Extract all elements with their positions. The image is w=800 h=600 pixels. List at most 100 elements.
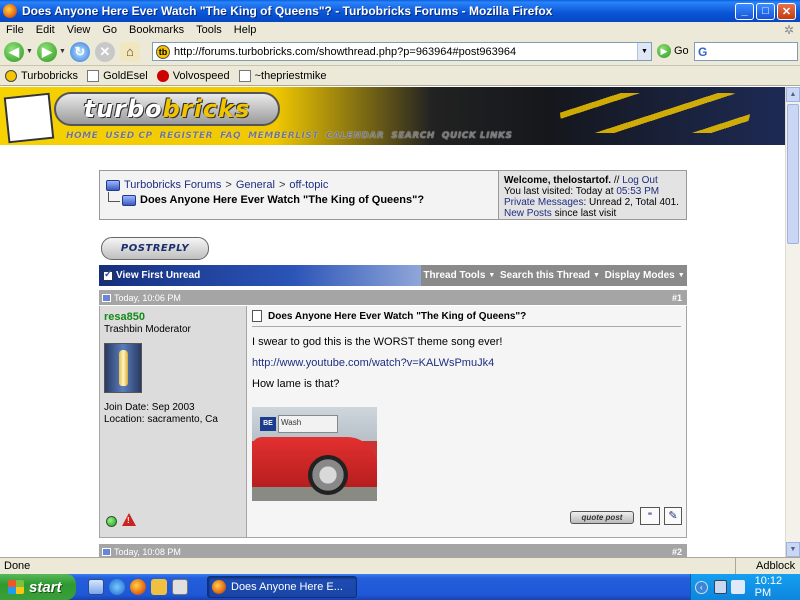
post-username[interactable]: resa850 bbox=[104, 311, 246, 323]
window-title: Does Anyone Here Ever Watch "The King of… bbox=[22, 4, 553, 18]
go-arrow-icon: ▶ bbox=[657, 44, 671, 58]
post-youtube-link[interactable]: http://www.youtube.com/watch?v=KALWsPmuJ… bbox=[252, 357, 681, 369]
flame-graphic bbox=[560, 93, 750, 133]
post-header: Today, 10:08 PM #2 bbox=[99, 544, 687, 557]
site-nav-faq[interactable]: FAQ bbox=[220, 131, 241, 141]
status-bar: Done Adblock bbox=[0, 557, 800, 575]
quick-reply-icon[interactable]: ✎ bbox=[664, 507, 682, 525]
display-modes-menu[interactable]: Display Modes ▼ bbox=[605, 270, 685, 281]
forward-button[interactable]: ▶ bbox=[36, 41, 58, 63]
tree-elbow bbox=[108, 192, 120, 202]
winamp-icon[interactable] bbox=[151, 579, 167, 595]
display-modes-label: Display Modes bbox=[604, 270, 675, 281]
menu-tools[interactable]: Tools bbox=[190, 24, 228, 36]
taskbar-item-label: Does Anyone Here E... bbox=[231, 581, 343, 593]
back-arrow-icon: ◀ bbox=[4, 41, 24, 62]
multi-quote-icon[interactable]: " bbox=[640, 507, 660, 525]
bookmark-turbobricks[interactable]: Turbobricks bbox=[5, 69, 79, 82]
bookmark-goldesel[interactable]: GoldEsel bbox=[87, 69, 148, 82]
scrollbar-thumb[interactable] bbox=[787, 104, 799, 244]
forward-arrow-icon: ▶ bbox=[36, 41, 57, 62]
minimize-button[interactable]: _ bbox=[735, 2, 754, 20]
internet-explorer-icon[interactable] bbox=[109, 579, 125, 595]
show-desktop-icon[interactable] bbox=[88, 579, 104, 595]
quote-post-button[interactable]: quote post bbox=[570, 511, 634, 524]
menu-bar: File Edit View Go Bookmarks Tools Help ✲ bbox=[0, 22, 800, 38]
post-number-link[interactable]: #2 bbox=[672, 547, 682, 557]
taskbar: start Does Anyone Here E... ‹ 10:12 PM bbox=[0, 574, 800, 600]
new-posts-link[interactable]: New Posts bbox=[504, 208, 552, 219]
volume-icon[interactable] bbox=[731, 580, 745, 594]
site-nav-search[interactable]: SEARCH bbox=[391, 131, 435, 141]
menu-help[interactable]: Help bbox=[228, 24, 263, 36]
thread-tools-menu[interactable]: Thread Tools ▼ bbox=[423, 270, 495, 281]
site-nav-calendar[interactable]: CALENDAR bbox=[326, 131, 384, 141]
private-messages-link[interactable]: Private Messages bbox=[504, 197, 583, 208]
start-button[interactable]: start bbox=[0, 574, 76, 600]
search-input[interactable]: G bbox=[694, 42, 798, 61]
post-message: Does Anyone Here Ever Watch "The King of… bbox=[247, 306, 686, 537]
site-nav-usedcp[interactable]: USED CP bbox=[105, 131, 152, 141]
reload-icon: ↻ bbox=[69, 41, 90, 62]
menu-file[interactable]: File bbox=[0, 24, 30, 36]
site-nav-memberlist[interactable]: MEMBERLIST bbox=[248, 131, 319, 141]
clock[interactable]: 10:12 PM bbox=[755, 575, 800, 599]
window-title-bar[interactable]: Does Anyone Here Ever Watch "The King of… bbox=[0, 0, 800, 22]
menu-go[interactable]: Go bbox=[96, 24, 123, 36]
windows-logo-icon bbox=[8, 580, 24, 594]
navigation-toolbar: ◀ ▼ ▶ ▼ ↻ ✕ ⌂ tb http://forums.turbobric… bbox=[0, 38, 800, 66]
go-label: Go bbox=[674, 45, 689, 57]
home-button[interactable]: ⌂ bbox=[119, 41, 141, 63]
vertical-scrollbar[interactable]: ▲ ▼ bbox=[785, 87, 800, 557]
volvospeed-favicon-icon bbox=[156, 69, 169, 82]
view-first-unread-link[interactable]: View First Unread bbox=[99, 265, 421, 286]
close-button[interactable]: ✕ bbox=[777, 2, 796, 20]
report-post-icon[interactable] bbox=[122, 513, 136, 526]
breadcrumb-item-forums[interactable]: Turbobricks Forums bbox=[124, 179, 221, 191]
post-number-link[interactable]: #1 bbox=[672, 293, 682, 303]
post-image[interactable]: BE Wash bbox=[252, 407, 377, 501]
stop-button[interactable]: ✕ bbox=[94, 41, 116, 63]
logout-link[interactable]: Log Out bbox=[622, 175, 658, 186]
welcome-separator: // bbox=[613, 175, 620, 186]
url-bar[interactable]: tb http://forums.turbobricks.com/showthr… bbox=[152, 42, 652, 61]
adblock-status[interactable]: Adblock bbox=[735, 557, 800, 575]
taskbar-item-firefox[interactable]: Does Anyone Here E... bbox=[207, 576, 357, 598]
reload-button[interactable]: ↻ bbox=[69, 41, 91, 63]
url-dropdown-icon[interactable]: ▼ bbox=[637, 43, 651, 60]
bookmark-label: Turbobricks bbox=[21, 69, 79, 82]
bookmark-thepriestmike[interactable]: ~thepriestmike bbox=[238, 69, 326, 82]
page-content[interactable]: turbobricks HOME USED CP REGISTER FAQ ME… bbox=[0, 87, 785, 557]
menu-bookmarks[interactable]: Bookmarks bbox=[123, 24, 190, 36]
back-dropdown-icon[interactable]: ▼ bbox=[26, 48, 33, 55]
maximize-button[interactable]: □ bbox=[756, 2, 775, 20]
site-nav-quicklinks[interactable]: QUICK LINKS bbox=[442, 131, 513, 141]
google-search-icon: G bbox=[698, 44, 708, 59]
online-status-icon bbox=[106, 516, 117, 527]
breadcrumb-item-general[interactable]: General bbox=[236, 179, 275, 191]
firefox-icon bbox=[3, 4, 17, 18]
tray-expand-icon[interactable]: ‹ bbox=[695, 580, 708, 594]
search-thread-menu[interactable]: Search this Thread ▼ bbox=[500, 270, 600, 281]
join-date: Join Date: Sep 2003 bbox=[104, 402, 195, 413]
url-text[interactable]: http://forums.turbobricks.com/showthread… bbox=[174, 46, 516, 58]
app-icon[interactable] bbox=[172, 579, 188, 595]
menu-edit[interactable]: Edit bbox=[30, 24, 61, 36]
menu-view[interactable]: View bbox=[61, 24, 97, 36]
site-nav-home[interactable]: HOME bbox=[66, 131, 98, 141]
scroll-down-icon[interactable]: ▼ bbox=[786, 542, 800, 557]
back-button[interactable]: ◀ bbox=[3, 41, 25, 63]
site-logo[interactable]: turbobricks bbox=[54, 92, 280, 126]
scroll-up-icon[interactable]: ▲ bbox=[786, 87, 800, 102]
forward-dropdown-icon[interactable]: ▼ bbox=[59, 48, 66, 55]
network-icon[interactable] bbox=[713, 580, 728, 594]
firefox-icon[interactable] bbox=[130, 579, 146, 595]
status-text: Done bbox=[4, 560, 31, 572]
breadcrumb-item-offtopic[interactable]: off-topic bbox=[289, 179, 328, 191]
thread-tools-label: Thread Tools bbox=[423, 270, 486, 281]
go-button[interactable]: ▶ Go bbox=[657, 44, 689, 58]
bookmark-volvospeed[interactable]: Volvospeed bbox=[156, 69, 230, 82]
page-icon bbox=[238, 69, 251, 82]
site-nav-register[interactable]: REGISTER bbox=[160, 131, 214, 141]
post-reply-button[interactable]: POSTREPLY bbox=[101, 237, 209, 260]
